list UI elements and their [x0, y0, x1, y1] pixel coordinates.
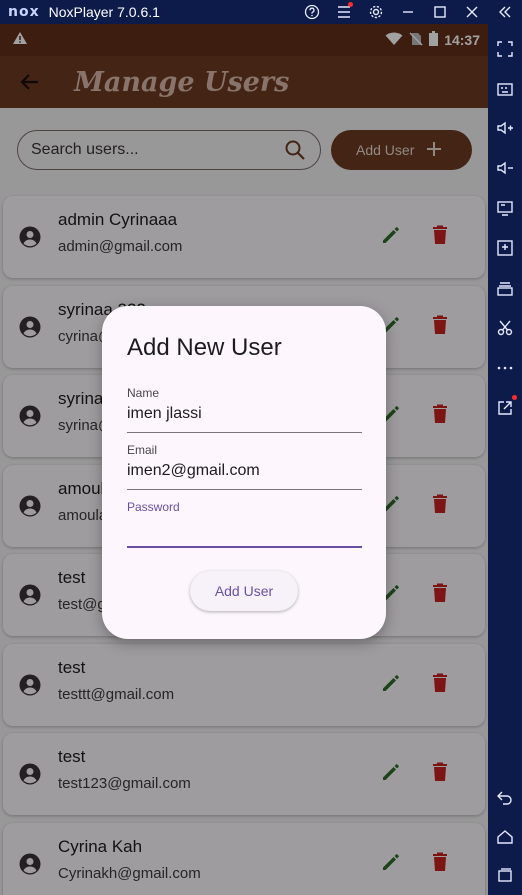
- recents-icon[interactable]: [488, 862, 522, 888]
- email-field[interactable]: Email imen2@gmail.com: [127, 443, 362, 490]
- add-user-dialog: Add New User Name imen jlassi Email imen…: [102, 306, 386, 639]
- screen-icon[interactable]: [488, 195, 522, 221]
- password-value[interactable]: [127, 519, 362, 541]
- emulator-toolbar: [488, 24, 522, 895]
- name-field[interactable]: Name imen jlassi: [127, 386, 362, 433]
- multi-instance-icon[interactable]: [488, 275, 522, 301]
- menu-icon[interactable]: [328, 0, 360, 24]
- name-underline: [127, 432, 362, 433]
- submit-add-user-button[interactable]: Add User: [190, 571, 298, 611]
- close-icon[interactable]: [456, 0, 488, 24]
- password-underline: [127, 546, 362, 548]
- name-label: Name: [127, 386, 160, 400]
- maximize-icon[interactable]: [424, 0, 456, 24]
- window-controls: [296, 0, 522, 24]
- email-underline: [127, 489, 362, 490]
- settings-icon[interactable]: [360, 0, 392, 24]
- email-value[interactable]: imen2@gmail.com: [127, 462, 362, 484]
- password-label: Password: [127, 500, 180, 514]
- external-link-icon[interactable]: [488, 395, 522, 421]
- more-icon[interactable]: [488, 355, 522, 381]
- fullscreen-icon[interactable]: [488, 36, 522, 62]
- email-label: Email: [127, 443, 158, 457]
- notification-dot: [512, 395, 517, 400]
- collapse-icon[interactable]: [488, 0, 522, 24]
- name-value[interactable]: imen jlassi: [127, 405, 362, 427]
- dialog-title: Add New User: [127, 334, 282, 361]
- android-screen: 14:37 Manage Users Search users... Add U…: [0, 24, 488, 895]
- nox-logo: nox: [8, 4, 40, 20]
- minimize-icon[interactable]: [392, 0, 424, 24]
- volume-down-icon[interactable]: [488, 155, 522, 181]
- back-icon[interactable]: [488, 784, 522, 810]
- password-field[interactable]: Password: [127, 500, 362, 548]
- apk-install-icon[interactable]: [488, 235, 522, 261]
- help-icon[interactable]: [296, 0, 328, 24]
- home-icon[interactable]: [488, 824, 522, 850]
- keyboard-icon[interactable]: [488, 76, 522, 102]
- emulator-window: nox NoxPlayer 7.0.6.1 14:37 Manage Users…: [0, 0, 522, 895]
- volume-up-icon[interactable]: [488, 115, 522, 141]
- scissors-icon[interactable]: [488, 315, 522, 341]
- emulator-title-bar: nox NoxPlayer 7.0.6.1: [0, 0, 522, 24]
- notification-dot: [348, 2, 353, 7]
- emulator-title: NoxPlayer 7.0.6.1: [48, 4, 160, 20]
